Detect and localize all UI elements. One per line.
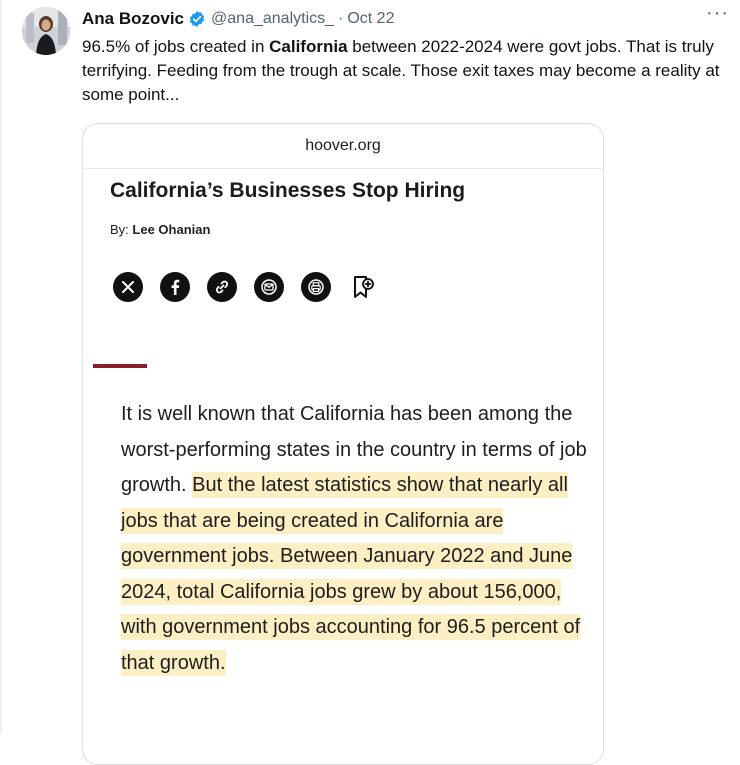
dot-separator: · — [338, 10, 344, 27]
card-domain: hoover.org — [305, 137, 381, 154]
verified-badge-icon — [188, 10, 206, 28]
article-excerpt: It is well known that California has bee… — [121, 397, 591, 681]
tweet-text: 96.5% of jobs created in California betw… — [82, 35, 722, 107]
share-bar — [113, 272, 378, 302]
print-icon[interactable] — [301, 272, 331, 302]
more-options-icon[interactable]: ··· — [706, 2, 729, 25]
author-handle[interactable]: @ana_analytics_ — [211, 10, 334, 28]
accent-bar — [93, 364, 147, 368]
link-icon[interactable] — [207, 272, 237, 302]
avatar[interactable] — [22, 7, 70, 55]
article-title: California’s Businesses Stop Hiring — [110, 179, 466, 202]
left-divider — [0, 0, 2, 734]
card-domain-bar: hoover.org — [83, 124, 603, 169]
email-icon[interactable] — [254, 272, 284, 302]
tweet-date[interactable]: Oct 22 — [347, 10, 394, 28]
tweet-text-bold: California — [269, 37, 348, 56]
x-icon[interactable] — [113, 272, 143, 302]
tweet-header: Ana Bozovic @ana_analytics_ · Oct 22 — [82, 7, 394, 31]
facebook-icon[interactable] — [160, 272, 190, 302]
article-byline: By: Lee Ohanian — [110, 222, 210, 237]
article-card[interactable]: hoover.org California’s Businesses Stop … — [82, 123, 604, 765]
byline-author: Lee Ohanian — [132, 222, 211, 237]
author-name[interactable]: Ana Bozovic — [82, 9, 184, 29]
byline-prefix: By: — [110, 222, 133, 237]
excerpt-highlight: But the latest statistics show that near… — [121, 472, 581, 676]
tweet-text-part: 96.5% of jobs created in — [82, 37, 270, 56]
bookmark-add-icon[interactable] — [348, 272, 378, 302]
